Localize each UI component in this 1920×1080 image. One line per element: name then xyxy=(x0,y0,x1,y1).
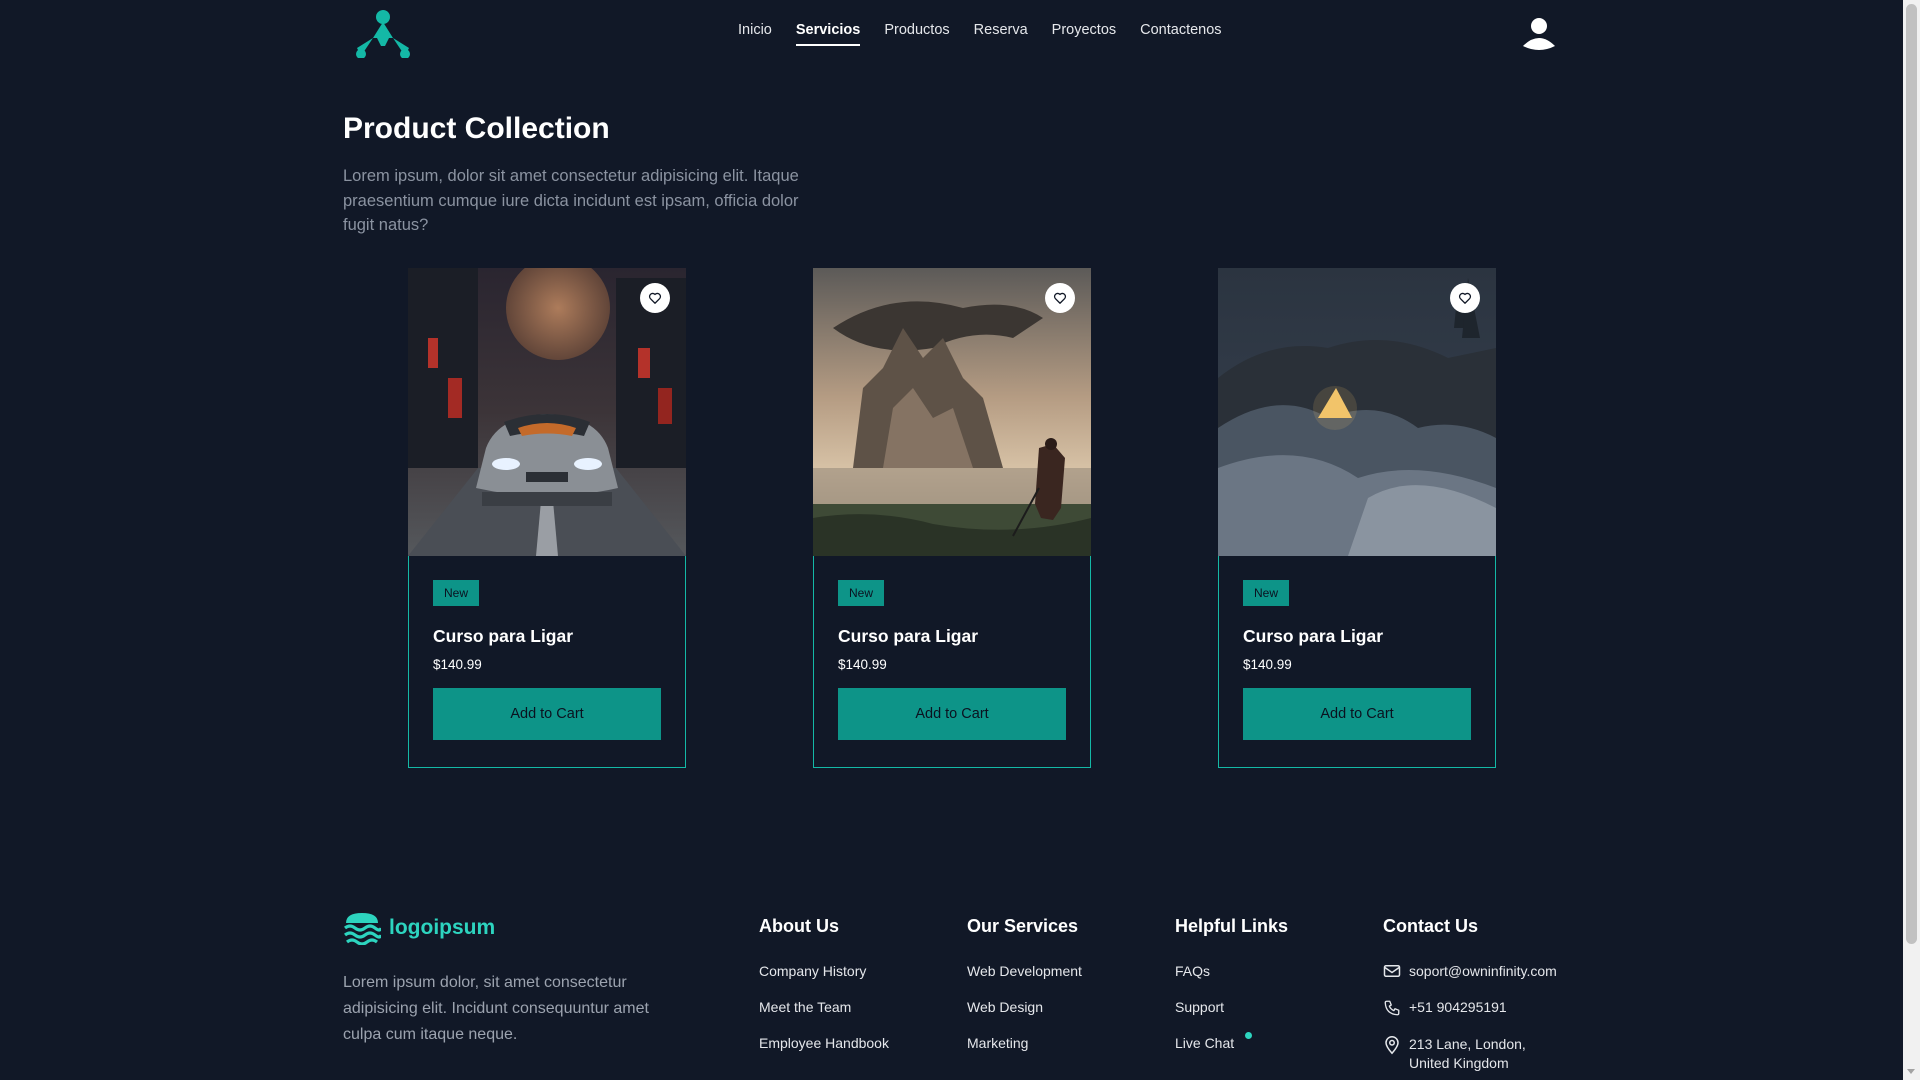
footer-link-live-chat[interactable]: Live Chat xyxy=(1175,1035,1234,1051)
footer-link-item: Employee Handbook xyxy=(759,1035,889,1071)
footer-link-company-history[interactable]: Company History xyxy=(759,963,866,979)
new-badge: New xyxy=(433,580,480,606)
product-card-body: New Curso para Ligar $140.99 Add to Cart xyxy=(1218,556,1496,768)
mail-icon xyxy=(1383,965,1401,977)
product-image-dragon[interactable] xyxy=(813,268,1091,556)
map-pin-icon xyxy=(1385,1036,1399,1055)
footer-link-item: Web Design xyxy=(967,999,1082,1035)
footer-link-employee-handbook[interactable]: Employee Handbook xyxy=(759,1035,889,1051)
product-card: New Curso para Ligar $140.99 Add to Cart xyxy=(408,268,686,768)
add-to-cart-button[interactable]: Add to Cart xyxy=(433,688,661,740)
contact-phone[interactable]: +51 904295191 xyxy=(1409,999,1507,1015)
contact-phone-item: +51 904295191 xyxy=(1383,999,1557,1035)
footer-column-title: About Us xyxy=(759,916,839,936)
add-to-cart-button[interactable]: Add to Cart xyxy=(1243,688,1471,740)
live-chat-status-dot xyxy=(1245,1032,1253,1039)
nav-item-proyectos[interactable]: Proyectos xyxy=(1052,22,1116,46)
footer-link-item: Company History xyxy=(759,963,889,999)
new-badge: New xyxy=(1243,580,1290,606)
footer-link-faqs[interactable]: FAQs xyxy=(1175,963,1210,979)
nav-item-reserva[interactable]: Reserva xyxy=(974,22,1028,46)
page-description: Lorem ipsum, dolor sit amet consectetur … xyxy=(343,167,799,234)
footer-column-about: About Us Company History Meet the Team E… xyxy=(759,916,889,1071)
product-title[interactable]: Curso para Ligar xyxy=(1243,626,1383,647)
footer-link-item: Support xyxy=(1175,999,1288,1035)
product-image-car[interactable] xyxy=(408,268,686,556)
footer-column-title: Our Services xyxy=(967,916,1079,936)
phone-icon xyxy=(1384,1000,1400,1016)
wishlist-button[interactable] xyxy=(1450,283,1480,313)
footer-link-web-design[interactable]: Web Design xyxy=(967,999,1043,1015)
product-image-camp[interactable] xyxy=(1218,268,1496,556)
product-card: New Curso para Ligar $140.99 Add to Cart xyxy=(1218,268,1496,768)
brand-logo-icon[interactable] xyxy=(355,8,411,59)
scroll-down-arrow-icon[interactable] xyxy=(1907,1069,1915,1074)
user-avatar-icon[interactable] xyxy=(1522,16,1556,50)
waves-logo-icon xyxy=(344,913,381,945)
heart-icon xyxy=(1053,292,1067,304)
footer-link-item: Meet the Team xyxy=(759,999,889,1035)
footer-column-title: Contact Us xyxy=(1383,916,1479,936)
nav-item-servicios[interactable]: Servicios xyxy=(795,22,860,46)
page-title: Product Collection xyxy=(343,112,610,145)
footer-logo-text: logoipsum xyxy=(389,916,496,939)
contact-email-item: soport@owninfinity.com xyxy=(1383,963,1557,999)
footer-link-item: Web Development xyxy=(967,963,1082,999)
footer-column-contact: Contact Us soport@owninfinity.com +51 90… xyxy=(1383,916,1557,1071)
heart-icon xyxy=(1458,292,1472,304)
scrollbar-thumb[interactable] xyxy=(1906,4,1917,944)
add-to-cart-button[interactable]: Add to Cart xyxy=(838,688,1066,740)
product-card-body: New Curso para Ligar $140.99 Add to Cart xyxy=(408,556,686,768)
footer-link-item: Live Chat xyxy=(1175,1032,1288,1071)
footer-link-item: FAQs xyxy=(1175,963,1288,999)
product-price: $140.99 xyxy=(1243,657,1292,672)
product-card-body: New Curso para Ligar $140.99 Add to Cart xyxy=(813,556,1091,768)
product-title[interactable]: Curso para Ligar xyxy=(433,626,573,647)
nav-item-contactenos[interactable]: Contactenos xyxy=(1140,22,1221,46)
product-price: $140.99 xyxy=(433,657,482,672)
footer-link-item: Marketing xyxy=(967,1035,1082,1071)
heart-icon xyxy=(648,292,662,304)
footer-column-services: Our Services Web Development Web Design … xyxy=(967,916,1082,1071)
contact-address-item: 213 Lane, London, United Kingdom xyxy=(1383,1035,1557,1071)
product-title[interactable]: Curso para Ligar xyxy=(838,626,978,647)
footer-link-support[interactable]: Support xyxy=(1175,999,1224,1015)
product-price: $140.99 xyxy=(838,657,887,672)
footer-link-web-development[interactable]: Web Development xyxy=(967,963,1082,979)
contact-email[interactable]: soport@owninfinity.com xyxy=(1409,963,1557,979)
footer-column-helpful-links: Helpful Links FAQs Support Live Chat xyxy=(1175,916,1288,1071)
footer-link-marketing[interactable]: Marketing xyxy=(967,1035,1028,1051)
product-card: New Curso para Ligar $140.99 Add to Cart xyxy=(813,268,1091,768)
footer-link-meet-the-team[interactable]: Meet the Team xyxy=(759,999,851,1015)
new-badge: New xyxy=(838,580,885,606)
wishlist-button[interactable] xyxy=(1045,283,1075,313)
nav-item-inicio[interactable]: Inicio xyxy=(738,22,772,46)
contact-address: 213 Lane, London, United Kingdom xyxy=(1409,1036,1526,1071)
main-nav: Inicio Servicios Productos Reserva Proye… xyxy=(738,22,1222,46)
footer-column-title: Helpful Links xyxy=(1175,916,1289,936)
nav-item-productos[interactable]: Productos xyxy=(884,22,949,46)
footer-logo[interactable]: logoipsum xyxy=(343,911,495,945)
footer-description: Lorem ipsum dolor, sit amet consectetur … xyxy=(343,974,649,1043)
page-scrollbar[interactable] xyxy=(1903,0,1920,1080)
wishlist-button[interactable] xyxy=(640,283,670,313)
